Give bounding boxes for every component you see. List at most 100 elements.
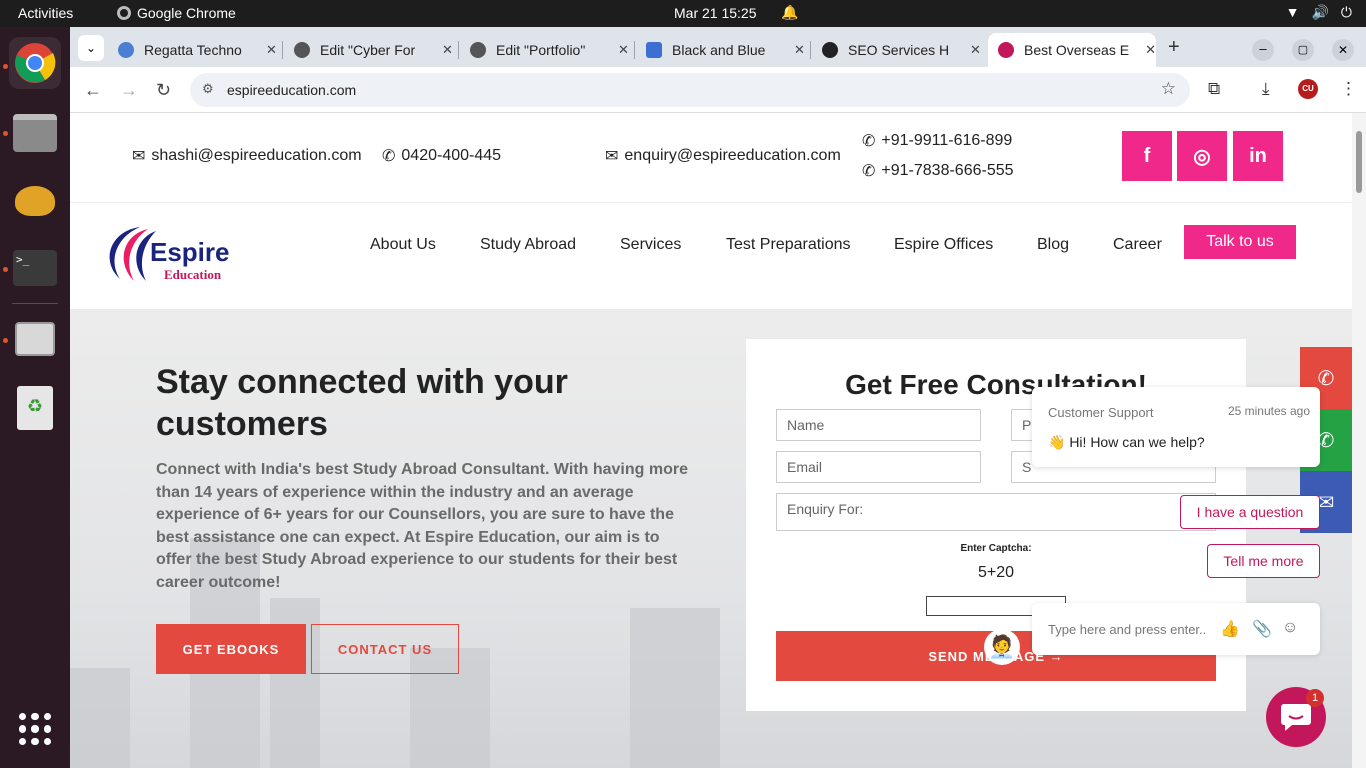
get-ebooks-button[interactable]: GET EBOOKS bbox=[156, 624, 306, 674]
forward-arrow-icon[interactable]: → bbox=[120, 80, 138, 101]
clock[interactable]: Mar 21 15:25 bbox=[674, 5, 757, 21]
phone-icon: ✆ bbox=[862, 133, 876, 150]
contact-email-1[interactable]: ✉ shashi@espireeducation.com bbox=[132, 146, 362, 166]
dock-chrome-icon[interactable] bbox=[9, 37, 61, 89]
close-icon[interactable]: ✕ bbox=[1145, 42, 1156, 58]
kebab-menu-icon[interactable]: ⋮ bbox=[1340, 79, 1357, 99]
page-scrollbar[interactable] bbox=[1352, 113, 1366, 768]
tab-strip: ⌄ Regatta Techno ✕ Edit "Cyber For ✕ Edi… bbox=[70, 27, 1366, 67]
nav-test-preparations[interactable]: Test Preparations bbox=[726, 236, 851, 254]
phone-icon: ✆ bbox=[862, 163, 876, 180]
close-icon[interactable]: ✕ bbox=[794, 42, 805, 58]
contact-phone-2[interactable]: ✆ +91-9911-616-899 bbox=[862, 131, 1012, 151]
contact-phone-3[interactable]: ✆ +91-7838-666-555 bbox=[862, 161, 1014, 181]
tab-title: SEO Services H bbox=[848, 42, 950, 58]
contact-phone-1[interactable]: ✆ 0420-400-445 bbox=[382, 146, 501, 166]
emoji-icon[interactable]: ☺ bbox=[1282, 619, 1298, 637]
url-text: espireeducation.com bbox=[227, 82, 357, 98]
reload-icon[interactable]: ↻ bbox=[156, 80, 171, 101]
tab-seo-services[interactable]: SEO Services H ✕ bbox=[812, 33, 982, 67]
tab-title: Regatta Techno bbox=[144, 42, 242, 58]
chat-timestamp: 25 minutes ago bbox=[1227, 404, 1310, 418]
nav-services[interactable]: Services bbox=[620, 236, 681, 254]
nav-espire-offices[interactable]: Espire Offices bbox=[894, 236, 993, 254]
window-close-icon[interactable]: ✕ bbox=[1332, 39, 1354, 61]
close-icon[interactable]: ✕ bbox=[266, 42, 277, 58]
tab-favicon-icon bbox=[646, 42, 662, 58]
skyline-building bbox=[70, 668, 130, 768]
scrollbar-thumb[interactable] bbox=[1356, 131, 1362, 193]
tab-favicon-icon bbox=[294, 42, 310, 58]
tab-black-and-blue[interactable]: Black and Blue ✕ bbox=[636, 33, 806, 67]
dock-image-viewer-icon[interactable] bbox=[9, 313, 61, 365]
dock-teapot-icon[interactable] bbox=[9, 175, 61, 227]
chat-agent-name: Customer Support bbox=[1048, 405, 1154, 420]
contact-email-2[interactable]: ✉ enquiry@espireeducation.com bbox=[605, 146, 841, 166]
tab-search-button[interactable]: ⌄ bbox=[78, 35, 104, 61]
system-tray[interactable]: ▼ 🔊 ⏻ bbox=[1286, 4, 1352, 21]
app-menu[interactable]: Google Chrome bbox=[117, 5, 236, 21]
maximize-icon[interactable]: ▢ bbox=[1292, 39, 1314, 61]
contact-email-text: shashi@espireeducation.com bbox=[151, 147, 362, 164]
dock-trash-icon[interactable]: ♻ bbox=[9, 382, 61, 434]
close-icon[interactable]: ✕ bbox=[618, 42, 629, 58]
chat-bubble-icon bbox=[1281, 704, 1311, 731]
tab-regatta[interactable]: Regatta Techno ✕ bbox=[108, 33, 278, 67]
close-icon[interactable]: ✕ bbox=[970, 42, 981, 58]
chevron-down-icon: ⌄ bbox=[85, 41, 97, 55]
facebook-button[interactable]: f bbox=[1122, 131, 1172, 181]
phone-icon: ✆ bbox=[382, 148, 396, 165]
instagram-button[interactable]: ◎ bbox=[1177, 131, 1227, 181]
new-tab-plus-icon[interactable]: + bbox=[1168, 36, 1180, 59]
nav-about-us[interactable]: About Us bbox=[370, 236, 436, 254]
nav-career[interactable]: Career bbox=[1113, 236, 1162, 254]
skyline-building bbox=[630, 608, 720, 768]
bookmark-star-icon[interactable]: ☆ bbox=[1161, 79, 1176, 99]
chat-input-box[interactable]: Type here and press enter.. 👍 📎 ☺ bbox=[1032, 603, 1320, 655]
paperclip-icon[interactable]: 📎 bbox=[1252, 619, 1272, 639]
enquiry-textarea[interactable]: Enquiry For: bbox=[776, 493, 1216, 531]
notification-bell-icon: 🔔 bbox=[781, 4, 799, 20]
app-name: Google Chrome bbox=[137, 5, 236, 21]
phone-icon: ✆ bbox=[1317, 367, 1335, 390]
volume-icon: 🔊 bbox=[1311, 4, 1329, 20]
quick-reply-tell-more[interactable]: Tell me more bbox=[1207, 544, 1320, 578]
tab-best-overseas[interactable]: Best Overseas E ✕ bbox=[988, 33, 1156, 67]
tab-cyber-for[interactable]: Edit "Cyber For ✕ bbox=[284, 33, 454, 67]
quick-reply-question[interactable]: I have a question bbox=[1180, 495, 1320, 529]
envelope-icon: ✉ bbox=[1317, 491, 1335, 514]
envelope-icon: ✉ bbox=[605, 148, 619, 165]
site-info-icon[interactable]: ⚙ bbox=[202, 81, 214, 97]
close-icon[interactable]: ✕ bbox=[442, 42, 453, 58]
download-icon[interactable]: ⤓ bbox=[1262, 79, 1270, 99]
talk-to-us-button[interactable]: Talk to us bbox=[1184, 225, 1296, 259]
facebook-icon: f bbox=[1143, 144, 1151, 167]
extensions-icon[interactable]: ⧉ bbox=[1208, 79, 1220, 99]
tab-separator bbox=[810, 41, 811, 59]
linkedin-icon: in bbox=[1249, 144, 1267, 167]
tab-title: Black and Blue bbox=[672, 42, 766, 58]
envelope-icon: ✉ bbox=[132, 148, 146, 165]
contact-us-button[interactable]: CONTACT US bbox=[311, 624, 459, 674]
back-arrow-icon[interactable]: ← bbox=[84, 80, 102, 101]
dock-files-icon[interactable] bbox=[9, 107, 61, 159]
main-navigation: Espire Education About Us Study Abroad S… bbox=[70, 203, 1352, 309]
nav-blog[interactable]: Blog bbox=[1037, 236, 1069, 254]
email-input[interactable]: Email bbox=[776, 451, 981, 483]
minimize-icon[interactable]: – bbox=[1252, 39, 1274, 61]
instagram-icon: ◎ bbox=[1193, 145, 1211, 168]
nav-study-abroad[interactable]: Study Abroad bbox=[480, 236, 576, 254]
espire-logo[interactable]: Espire Education bbox=[100, 221, 240, 289]
activities-button[interactable]: Activities bbox=[18, 5, 73, 21]
profile-avatar[interactable]: CU bbox=[1298, 79, 1318, 99]
name-input[interactable]: Name bbox=[776, 409, 981, 441]
tab-portfolio[interactable]: Edit "Portfolio" ✕ bbox=[460, 33, 630, 67]
tab-separator bbox=[282, 41, 283, 59]
show-apps-icon[interactable] bbox=[9, 703, 61, 755]
linkedin-button[interactable]: in bbox=[1233, 131, 1283, 181]
address-bar[interactable]: ⚙ espireeducation.com ☆ bbox=[190, 73, 1190, 107]
dock: >_ ♻ bbox=[0, 27, 70, 768]
tab-title: Best Overseas E bbox=[1024, 42, 1130, 58]
dock-terminal-icon[interactable]: >_ bbox=[9, 242, 61, 294]
thumbs-up-icon[interactable]: 👍 bbox=[1220, 619, 1240, 639]
